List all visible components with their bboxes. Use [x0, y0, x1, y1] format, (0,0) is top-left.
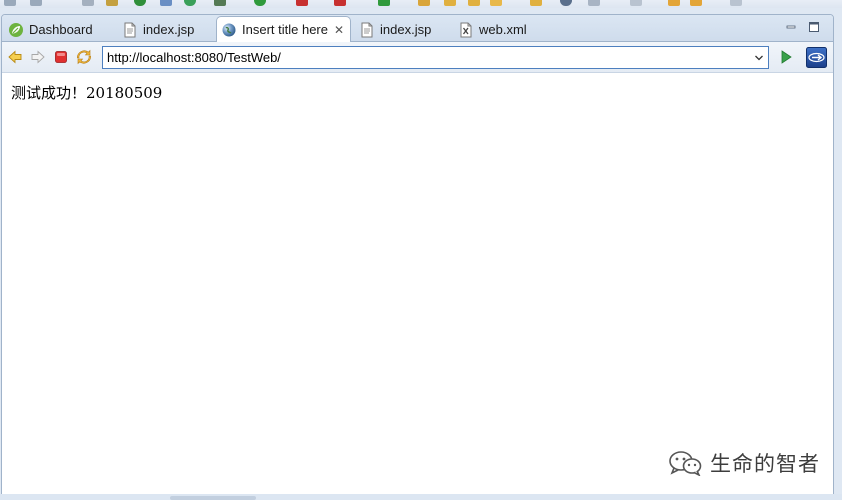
tab-insert-title-here[interactable]: Insert title here ✕: [216, 16, 352, 42]
refresh-button[interactable]: [75, 48, 93, 66]
toolbar-icon[interactable]: [668, 0, 680, 6]
refresh-icon: [76, 49, 92, 65]
tab-label: web.xml: [479, 22, 527, 37]
scrollbar-thumb[interactable]: [170, 496, 256, 500]
toolbar-icon[interactable]: [418, 0, 430, 6]
toolbar-icon[interactable]: [378, 0, 390, 6]
external-browser-icon[interactable]: [806, 47, 827, 68]
editor-area: Dashboard index.jsp Insert title here ✕ …: [1, 14, 834, 496]
toolbar-icon[interactable]: [4, 0, 16, 6]
go-icon[interactable]: [778, 49, 794, 65]
maximize-icon[interactable]: [808, 21, 820, 33]
toolbar-icon[interactable]: [730, 0, 742, 6]
bottom-status-strip: [0, 494, 842, 500]
toolbar-icon[interactable]: [530, 0, 542, 6]
tab-label: index.jsp: [143, 22, 195, 37]
toolbar-icon[interactable]: [30, 0, 42, 6]
toolbar-icon[interactable]: [588, 0, 600, 6]
spring-leaf-icon: [9, 22, 23, 37]
stop-button[interactable]: [52, 48, 70, 66]
xml-file-icon: [460, 22, 472, 37]
tab-label: index.jsp: [380, 22, 432, 37]
chevron-down-icon: [755, 55, 763, 60]
tab-dashboard[interactable]: Dashboard: [4, 17, 99, 42]
toolbar-icon[interactable]: [106, 0, 118, 6]
tab-web-xml[interactable]: web.xml: [454, 17, 533, 42]
toolbar-icon[interactable]: [560, 0, 572, 6]
url-input[interactable]: [103, 47, 750, 68]
jsp-file-icon: [124, 22, 136, 37]
page-body-text: 测试成功！20180509: [11, 84, 163, 102]
toolbar-icon[interactable]: [444, 0, 456, 6]
watermark-text: 生命的智者: [710, 452, 820, 476]
close-icon[interactable]: ✕: [334, 24, 344, 36]
tab-label: Dashboard: [29, 22, 93, 37]
arrow-right-icon: [31, 50, 45, 64]
wechat-icon: [669, 451, 702, 476]
toolbar-icon[interactable]: [254, 0, 266, 6]
toolbar-icon[interactable]: [630, 0, 642, 6]
toolbar-icon[interactable]: [160, 0, 172, 6]
minimize-icon[interactable]: [785, 21, 797, 33]
toolbar-icon[interactable]: [82, 0, 94, 6]
editor-tab-bar: Dashboard index.jsp Insert title here ✕ …: [2, 15, 833, 42]
tab-index-jsp-2[interactable]: index.jsp: [355, 17, 437, 42]
toolbar-icon[interactable]: [690, 0, 702, 6]
jsp-file-icon: [361, 22, 373, 37]
back-button[interactable]: [6, 48, 24, 66]
toolbar-icon[interactable]: [214, 0, 226, 6]
stop-icon: [55, 51, 67, 63]
toolbar-icon[interactable]: [184, 0, 196, 6]
tab-index-jsp[interactable]: index.jsp: [118, 17, 200, 42]
tab-label: Insert title here: [242, 22, 328, 37]
right-gutter: [835, 14, 842, 500]
forward-button[interactable]: [29, 48, 47, 66]
browser-toolbar: [2, 42, 833, 73]
url-history-dropdown[interactable]: [750, 47, 768, 68]
toolbar-icon[interactable]: [490, 0, 502, 6]
ide-main-toolbar: [0, 0, 842, 8]
toolbar-icon[interactable]: [468, 0, 480, 6]
browser-page-content: 测试成功！20180509: [2, 74, 833, 495]
watermark: 生命的智者: [668, 448, 820, 478]
globe-icon: [222, 23, 236, 36]
toolbar-icon[interactable]: [134, 0, 146, 6]
toolbar-icon[interactable]: [296, 0, 308, 6]
toolbar-icon[interactable]: [334, 0, 346, 6]
arrow-left-icon: [8, 50, 22, 64]
url-bar[interactable]: [102, 46, 769, 69]
